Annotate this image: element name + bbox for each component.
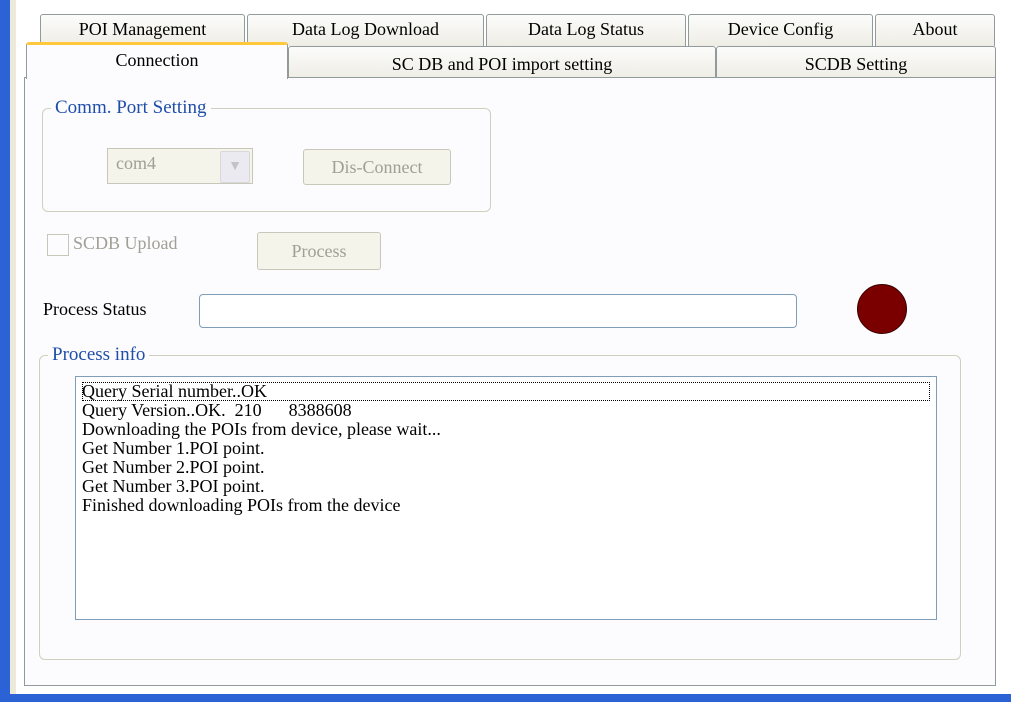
tab-connection[interactable]: Connection <box>26 42 288 79</box>
status-indicator-light <box>857 284 907 334</box>
process-info-title: Process info <box>52 344 146 365</box>
list-item[interactable]: Get Number 2.POI point. <box>82 458 930 477</box>
process-info-log[interactable]: Query Serial number..OK Query Version..O… <box>75 376 937 620</box>
scdb-upload-label: SCDB Upload <box>73 233 178 253</box>
chevron-down-icon[interactable]: ▼ <box>220 151 250 183</box>
list-item[interactable]: Get Number 3.POI point. <box>82 477 930 496</box>
list-item[interactable]: Downloading the POIs from device, please… <box>82 420 930 439</box>
disconnect-button[interactable]: Dis-Connect <box>303 149 451 185</box>
window-left-border <box>0 0 10 702</box>
port-select[interactable]: com4 ▼ <box>107 148 253 184</box>
tab-data-log-status[interactable]: Data Log Status <box>486 14 686 46</box>
list-item[interactable]: Get Number 1.POI point. <box>82 439 930 458</box>
tab-sc-db-poi-import-setting[interactable]: SC DB and POI import setting <box>288 46 716 78</box>
comm-port-title: Comm. Port Setting <box>55 97 207 118</box>
list-item[interactable]: Finished downloading POIs from the devic… <box>82 496 930 515</box>
tab-scdb-setting[interactable]: SCDB Setting <box>716 46 996 78</box>
process-status-label: Process Status <box>43 299 147 319</box>
process-status-field <box>199 294 797 328</box>
tab-panel-connection: Comm. Port Setting com4 ▼ Dis-Connect SC… <box>24 77 996 686</box>
port-select-value: com4 <box>116 153 156 173</box>
list-item[interactable]: Query Serial number..OK <box>82 382 930 401</box>
scdb-upload-checkbox[interactable] <box>47 234 69 256</box>
process-button[interactable]: Process <box>257 232 381 270</box>
window-right-frame <box>997 0 1011 694</box>
list-item[interactable]: Query Version..OK. 210 8388608 <box>82 401 930 420</box>
tab-about[interactable]: About <box>875 14 995 46</box>
tab-device-config[interactable]: Device Config <box>688 14 873 46</box>
window-left-frame <box>10 0 16 702</box>
window-bottom-border <box>0 694 1011 702</box>
